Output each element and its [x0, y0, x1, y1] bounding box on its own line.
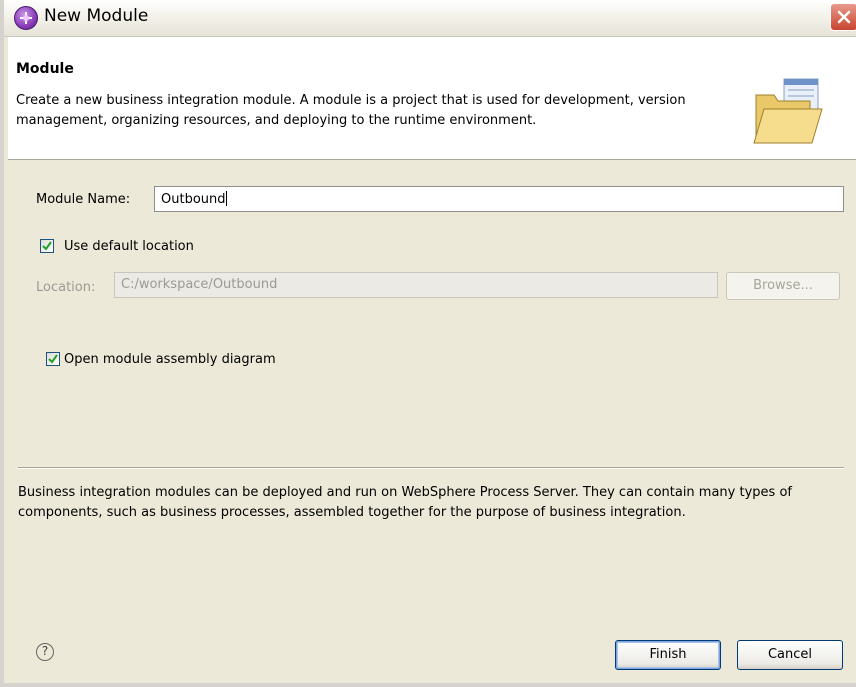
open-diagram-checkbox[interactable]: [46, 352, 60, 366]
module-name-value: Outbound: [161, 192, 226, 207]
help-icon[interactable]: ?: [36, 643, 54, 661]
title-bar[interactable]: New Module: [4, 0, 856, 37]
dialog-window: New Module Module Create a new business …: [0, 0, 856, 687]
open-diagram-label[interactable]: Open module assembly diagram: [64, 352, 276, 367]
module-icon: [14, 6, 38, 30]
location-label: Location:: [36, 280, 96, 295]
location-input[interactable]: C:/workspace/Outbound: [114, 272, 718, 298]
page-description: Create a new business integration module…: [16, 93, 686, 128]
use-default-location-checkbox[interactable]: [40, 239, 54, 253]
location-value: C:/workspace/Outbound: [121, 277, 278, 292]
checkmark-icon: [48, 354, 58, 364]
use-default-location-label[interactable]: Use default location: [64, 239, 194, 254]
cancel-button[interactable]: Cancel: [737, 640, 843, 670]
module-name-input[interactable]: Outbound: [154, 186, 844, 212]
separator: [18, 467, 844, 469]
finish-button[interactable]: Finish: [615, 640, 721, 670]
open-folder-icon: [753, 78, 823, 144]
browse-button[interactable]: Browse...: [726, 272, 840, 300]
wizard-banner: Module Create a new business integration…: [8, 37, 856, 160]
close-button[interactable]: [830, 3, 856, 31]
page-title: Module: [16, 61, 74, 77]
close-icon: [837, 10, 851, 24]
checkmark-icon: [42, 241, 52, 251]
module-info-text: Business integration modules can be depl…: [18, 485, 792, 520]
window-title: New Module: [44, 6, 149, 26]
wizard-content: Module Name: Outbound Use default locati…: [8, 160, 856, 683]
text-caret: [225, 191, 227, 206]
module-name-label: Module Name:: [36, 192, 131, 207]
